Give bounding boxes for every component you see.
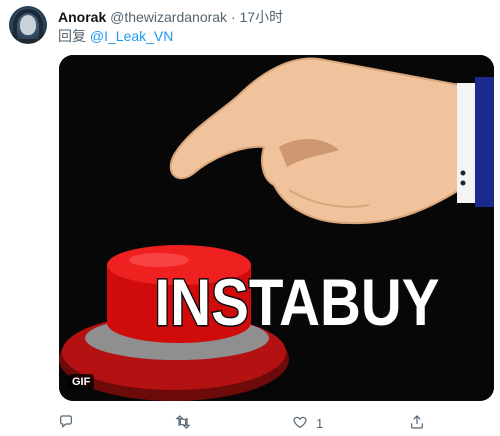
reply-mention-link[interactable]: @I_Leak_VN [90, 28, 173, 44]
separator-dot: · [230, 9, 236, 25]
instabuy-caption: INSTABUY [155, 265, 440, 339]
author-name[interactable]: Anorak [58, 9, 106, 25]
reply-prefix: 回复 [58, 28, 86, 44]
instabuy-illustration: INSTABUY [59, 55, 494, 401]
suit-sleeve [475, 77, 494, 207]
like-button[interactable]: 1 [292, 414, 323, 433]
share-button[interactable] [409, 414, 433, 433]
heart-icon [292, 414, 308, 433]
timestamp[interactable]: 17小时 [240, 9, 284, 25]
reply-button[interactable] [58, 414, 82, 433]
shirt-cuff [457, 83, 477, 203]
tweet-header: Anorak @thewizardanorak · 17小时 [58, 7, 283, 27]
avatar-face [20, 15, 36, 35]
author-handle[interactable]: @thewizardanorak [110, 9, 227, 25]
gif-media[interactable]: INSTABUY GIF [59, 55, 494, 401]
reply-context: 回复 @I_Leak_VN [58, 26, 173, 46]
avatar[interactable] [9, 6, 47, 44]
comment-icon [58, 414, 74, 433]
gif-badge: GIF [68, 374, 95, 390]
retweet-button[interactable] [175, 414, 199, 433]
cufflink-top [460, 170, 466, 176]
tweet-actions: 1 [58, 414, 478, 434]
cufflink-bottom [460, 180, 466, 186]
like-count: 1 [316, 416, 324, 431]
share-icon [409, 414, 425, 433]
retweet-icon [175, 414, 191, 433]
